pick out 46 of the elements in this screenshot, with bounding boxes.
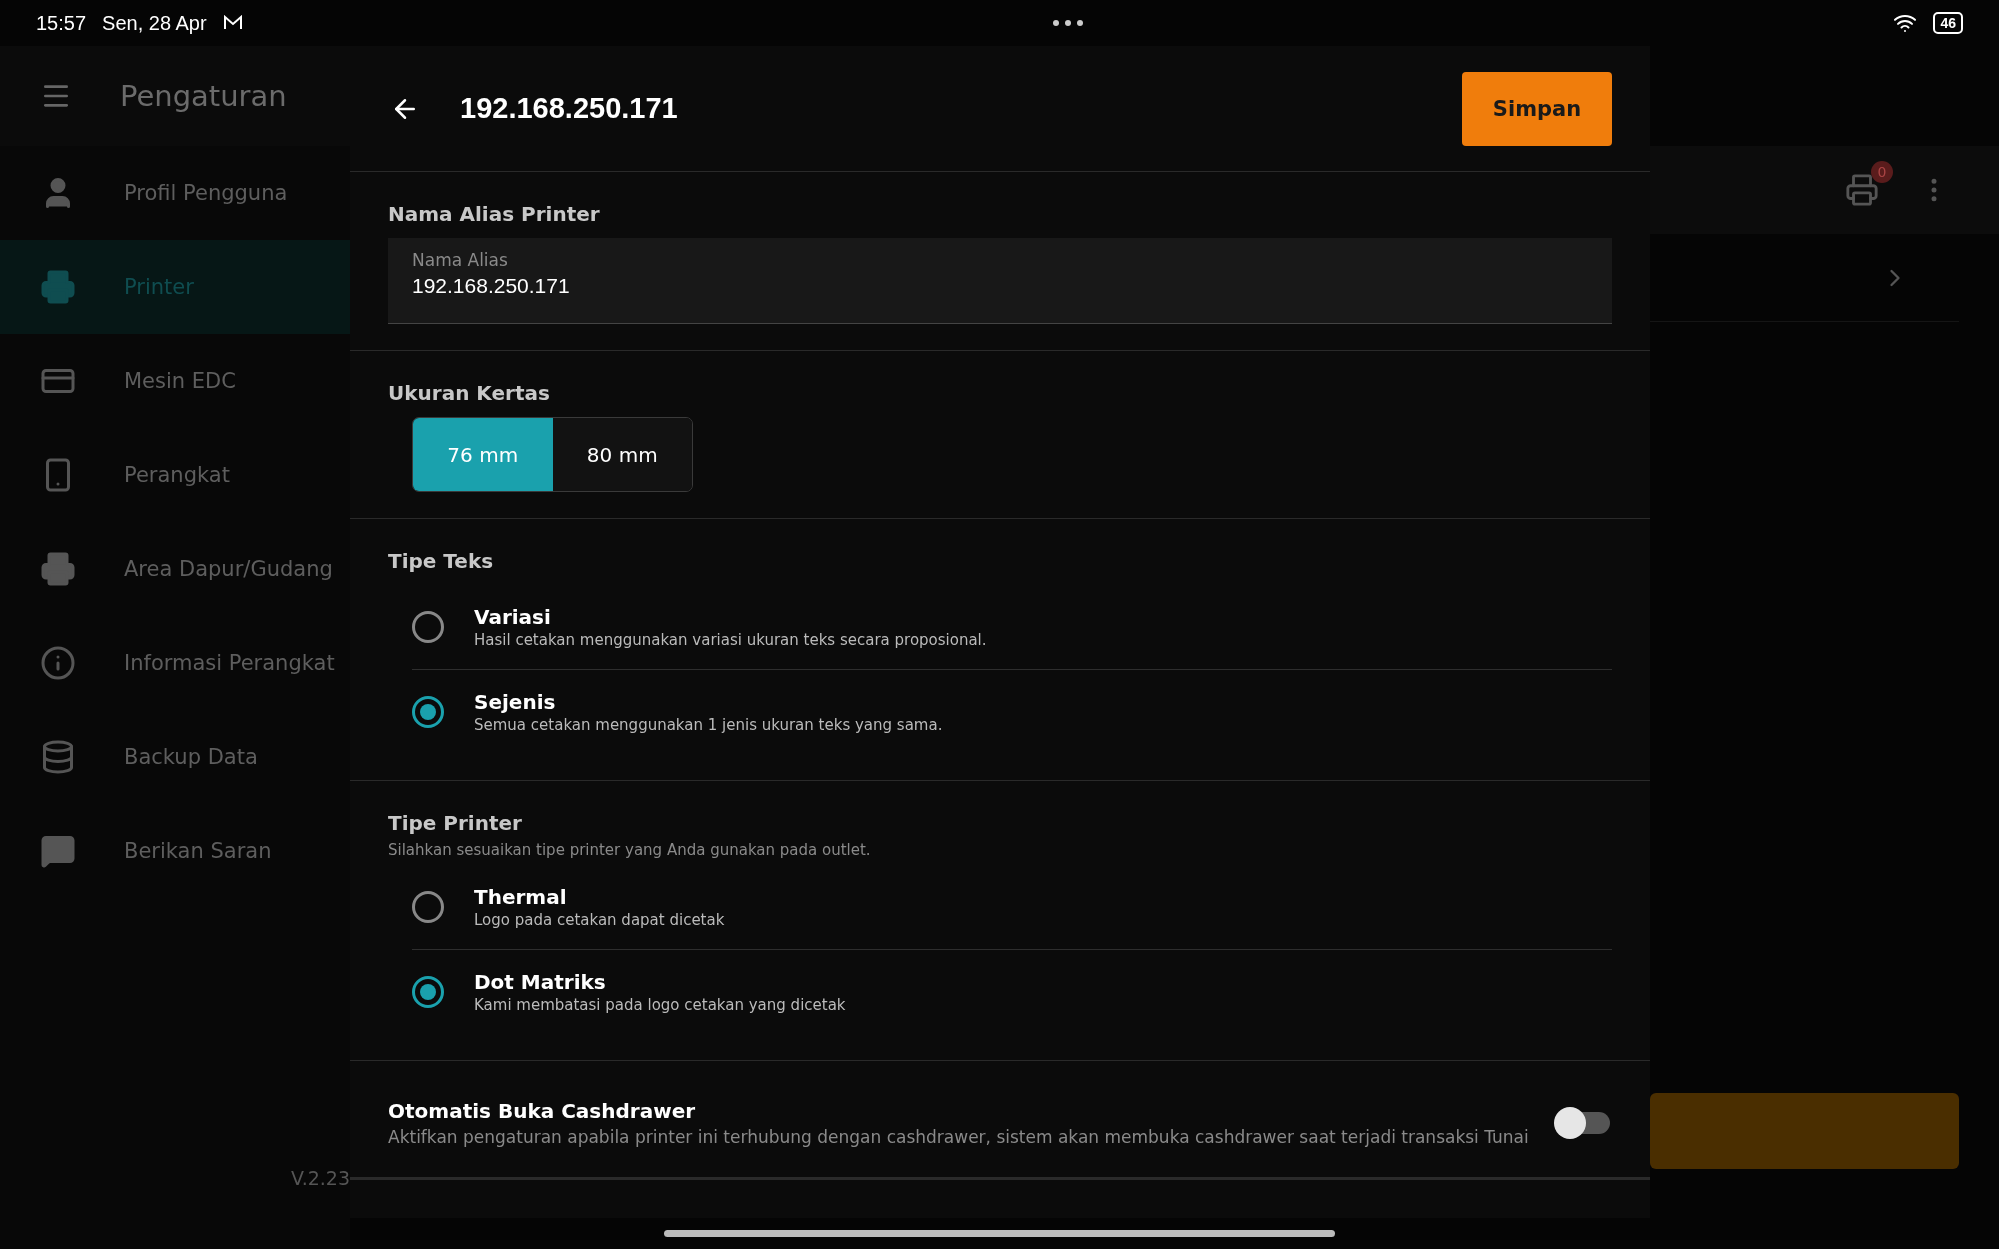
dialog-title: 192.168.250.171 [460, 92, 678, 125]
status-time: 15:57 [36, 11, 87, 35]
toggle-switch[interactable] [1554, 1107, 1612, 1139]
paper-size-option[interactable]: 80 mm [552, 418, 692, 491]
option-title: Thermal [474, 885, 568, 909]
version-label: V.2.23 [291, 1167, 350, 1189]
more-dots-icon [1052, 19, 1084, 27]
section-subtitle: Silahkan sesuaikan tipe printer yang Anda gunakan pada outlet. [388, 841, 872, 859]
setting-title: Otomatis Buka Cashdrawer [388, 1099, 697, 1123]
option-description: Semua cetakan menggunakan 1 jenis ukuran teks yang sama. [474, 716, 943, 734]
sidebar-item[interactable]: Mesin EDC [0, 334, 350, 428]
alias-field[interactable]: Nama Alias 192.168.250.171 [388, 238, 1612, 324]
field-label: Nama Alias [412, 250, 509, 270]
sidebar-item[interactable]: Berikan Saran [0, 804, 350, 898]
alias-input[interactable]: 192.168.250.171 [412, 274, 1588, 298]
option-title: Variasi [474, 605, 552, 629]
database-icon [40, 739, 76, 775]
section-heading: Nama Alias Printer [388, 202, 601, 226]
option-description: Hasil cetakan menggunakan variasi ukuran teks secara proposional. [474, 631, 987, 649]
radio-button[interactable] [412, 976, 444, 1008]
battery-level: 46 [1933, 12, 1963, 34]
radio-button[interactable] [412, 611, 444, 643]
section-heading: Tipe Teks [388, 549, 495, 573]
sidebar-item[interactable]: Perangkat [0, 428, 350, 522]
sidebar-item[interactable]: Informasi Perangkat [0, 616, 350, 710]
count-badge: 0 [1871, 161, 1893, 183]
sidebar-item[interactable]: Backup Data [0, 710, 350, 804]
info-icon [40, 645, 76, 681]
message-icon [40, 833, 76, 869]
paper-size-option[interactable]: 76 mm [413, 418, 553, 491]
option-title: Dot Matriks [474, 970, 607, 994]
option-title: Sejenis [474, 690, 557, 714]
sidebar-item[interactable]: Profil Pengguna [0, 146, 350, 240]
section-heading: Ukuran Kertas [388, 381, 551, 405]
sidebar-item[interactable]: Area Dapur/Gudang [0, 522, 350, 616]
radio-button[interactable] [412, 696, 444, 728]
sidebar-item[interactable]: Printer [0, 240, 350, 334]
status-date: Sen, 28 Apr [102, 11, 207, 35]
save-button[interactable]: Simpan [1462, 71, 1612, 146]
sidebar-title: Pengaturan [120, 79, 287, 113]
setting-description: Aktifkan pengaturan apabila printer ini terhubung dengan cashdrawer, sistem akan membuka cashdrawer saat terjadi transaksi Tunai [388, 1127, 1530, 1147]
option-description: Kami membatasi pada logo cetakan yang dicetak [474, 996, 846, 1014]
mail-icon [222, 15, 243, 31]
option-description: Logo pada cetakan dapat dicetak [474, 911, 725, 929]
radio-button[interactable] [412, 891, 444, 923]
section-heading: Tipe Printer [388, 811, 523, 835]
